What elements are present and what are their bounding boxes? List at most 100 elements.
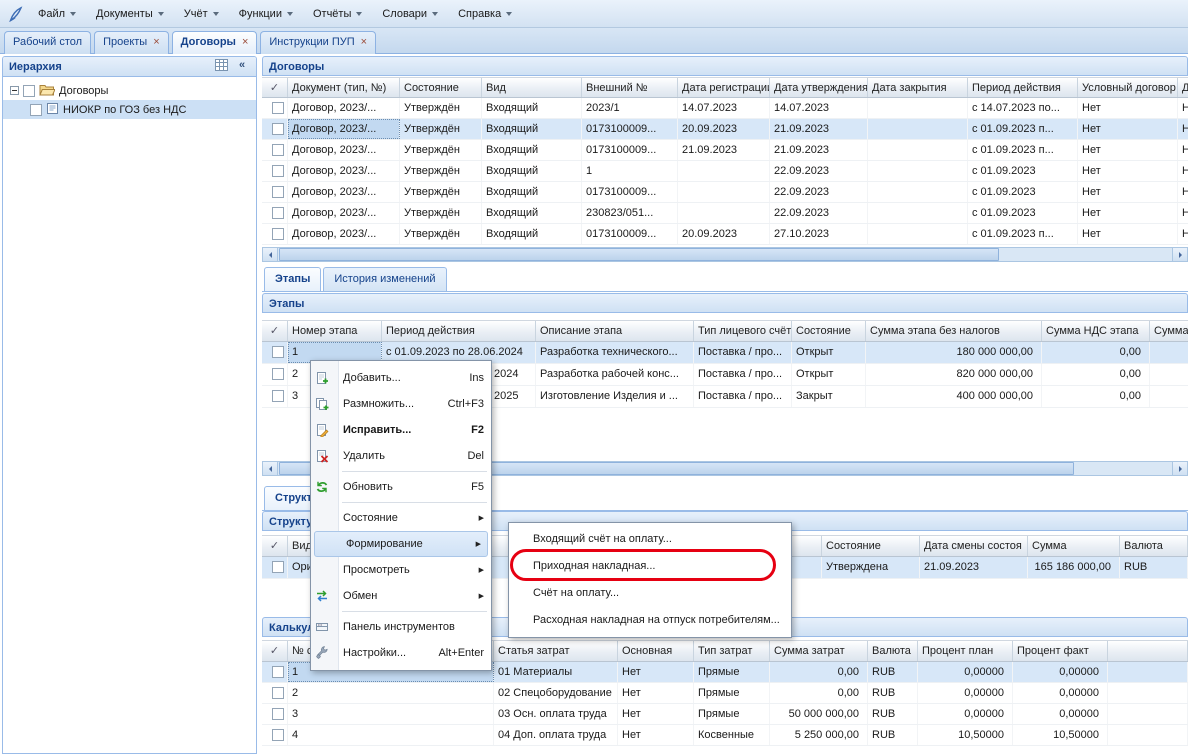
menu-help[interactable]: Справка bbox=[449, 4, 521, 24]
checkbox[interactable] bbox=[272, 123, 284, 135]
checkbox[interactable] bbox=[272, 228, 284, 240]
column-header[interactable]: Период действия bbox=[968, 78, 1078, 97]
column-header[interactable]: Внешний № bbox=[582, 78, 678, 97]
checkbox[interactable] bbox=[272, 346, 284, 358]
column-header[interactable]: Валюта bbox=[868, 641, 918, 661]
menu-item[interactable]: Добавить...Ins bbox=[312, 365, 490, 391]
column-header[interactable]: Дата смены состоя bbox=[920, 536, 1028, 556]
table-row[interactable]: Договор, 2023/...УтверждёнВходящий017310… bbox=[262, 140, 1188, 161]
column-header[interactable]: Сумма bbox=[1028, 536, 1120, 556]
tree-node-root[interactable]: Договоры bbox=[3, 81, 256, 100]
submenu-item[interactable]: Счёт на оплату... bbox=[511, 580, 789, 607]
menu-item[interactable]: Просмотреть▶ bbox=[312, 557, 490, 583]
column-header[interactable]: Статья затрат bbox=[494, 641, 618, 661]
tab-contracts[interactable]: Договоры× bbox=[172, 31, 258, 54]
column-header[interactable]: Сумма НДС этапа bbox=[1042, 321, 1150, 341]
column-header[interactable]: Сумма этапа без налогов bbox=[866, 321, 1042, 341]
checkbox[interactable] bbox=[272, 687, 284, 699]
column-header[interactable]: Состояние bbox=[792, 321, 866, 341]
menu-file[interactable]: Файл bbox=[29, 4, 85, 24]
contracts-h-scrollbar[interactable] bbox=[262, 247, 1188, 262]
checkbox[interactable] bbox=[272, 207, 284, 219]
column-header[interactable]: Тип лицевого счёт bbox=[694, 321, 792, 341]
menu-item[interactable]: Исправить...F2 bbox=[312, 417, 490, 443]
menu-item[interactable]: Панель инструментов bbox=[312, 614, 490, 640]
scroll-right-icon[interactable] bbox=[1172, 248, 1187, 261]
table-row[interactable]: Договор, 2023/...УтверждёнВходящий122.09… bbox=[262, 161, 1188, 182]
collapse-panel-icon[interactable]: « bbox=[234, 59, 250, 74]
submenu-item[interactable]: Приходная накладная... bbox=[511, 553, 789, 580]
column-header[interactable]: Дата утверждения bbox=[770, 78, 868, 97]
checkbox[interactable] bbox=[272, 561, 284, 573]
menu-item[interactable]: УдалитьDel bbox=[312, 443, 490, 469]
column-header[interactable]: Сумма затрат bbox=[770, 641, 868, 661]
select-all-column-header[interactable]: ✓ bbox=[262, 321, 288, 341]
column-header[interactable]: Условный договор bbox=[1078, 78, 1178, 97]
menu-functions[interactable]: Функции bbox=[230, 4, 302, 24]
close-icon[interactable]: × bbox=[242, 36, 248, 48]
table-row[interactable]: Договор, 2023/...УтверждёнВходящий2023/1… bbox=[262, 98, 1188, 119]
checkbox[interactable] bbox=[272, 186, 284, 198]
select-all-column-header[interactable]: ✓ bbox=[262, 78, 288, 97]
checkbox[interactable] bbox=[272, 708, 284, 720]
submenu-item[interactable]: Расходная накладная на отпуск потребител… bbox=[511, 607, 789, 634]
column-header[interactable]: Описание этапа bbox=[536, 321, 694, 341]
tab-desktop[interactable]: Рабочий стол bbox=[4, 31, 91, 54]
scroll-left-icon[interactable] bbox=[263, 462, 278, 475]
table-row[interactable]: Договор, 2023/...УтверждёнВходящий230823… bbox=[262, 203, 1188, 224]
tab-projects[interactable]: Проекты× bbox=[94, 31, 169, 54]
column-header[interactable]: Документ (тип, №) bbox=[288, 78, 400, 97]
table-row[interactable]: Договор, 2023/...УтверждёнВходящий017310… bbox=[262, 119, 1188, 140]
checkbox[interactable] bbox=[272, 165, 284, 177]
column-header[interactable]: Основная bbox=[618, 641, 694, 661]
column-header[interactable]: Состояние bbox=[822, 536, 920, 556]
column-header[interactable]: Дата регистрации bbox=[678, 78, 770, 97]
scroll-right-icon[interactable] bbox=[1172, 462, 1187, 475]
close-icon[interactable]: × bbox=[361, 36, 367, 48]
menu-item[interactable]: Настройки...Alt+Enter bbox=[312, 640, 490, 666]
menu-item[interactable]: Размножить...Ctrl+F3 bbox=[312, 391, 490, 417]
tree-node-niokr[interactable]: НИОКР по ГОЗ без НДС bbox=[3, 100, 256, 119]
menu-documents[interactable]: Документы bbox=[87, 4, 173, 24]
close-icon[interactable]: × bbox=[153, 36, 159, 48]
column-header[interactable]: Сумма э... bbox=[1150, 321, 1188, 341]
table-row[interactable]: Договор, 2023/...УтверждёнВходящий017310… bbox=[262, 224, 1188, 245]
column-header[interactable]: Дата закрытия bbox=[868, 78, 968, 97]
column-header[interactable]: Тип затрат bbox=[694, 641, 770, 661]
column-header[interactable]: До... bbox=[1178, 78, 1188, 97]
table-row[interactable]: 202 СпецоборудованиеНетПрямые0,00RUB0,00… bbox=[262, 683, 1188, 704]
table-row[interactable]: 303 Осн. оплата трудаНетПрямые50 000 000… bbox=[262, 704, 1188, 725]
checkbox[interactable] bbox=[272, 729, 284, 741]
menu-item[interactable]: Состояние▶ bbox=[312, 505, 490, 531]
checkbox[interactable] bbox=[23, 85, 35, 97]
column-header[interactable] bbox=[1108, 641, 1188, 661]
tree-collapse-icon[interactable] bbox=[10, 86, 19, 95]
column-header[interactable]: Номер этапа bbox=[288, 321, 382, 341]
submenu-item[interactable]: Входящий счёт на оплату... bbox=[511, 526, 789, 553]
select-all-column-header[interactable]: ✓ bbox=[262, 641, 288, 661]
checkbox[interactable] bbox=[272, 666, 284, 678]
checkbox[interactable] bbox=[30, 104, 42, 116]
column-header[interactable]: Вид bbox=[482, 78, 582, 97]
tab-change-history[interactable]: История изменений bbox=[323, 267, 446, 291]
menu-dictionaries[interactable]: Словари bbox=[373, 4, 447, 24]
menu-accounting[interactable]: Учёт bbox=[175, 4, 228, 24]
grid-view-icon[interactable] bbox=[213, 59, 229, 74]
column-header[interactable]: Процент план bbox=[918, 641, 1013, 661]
scroll-left-icon[interactable] bbox=[263, 248, 278, 261]
menu-item[interactable]: Обмен▶ bbox=[312, 583, 490, 609]
column-header[interactable]: Валюта bbox=[1120, 536, 1188, 556]
select-all-column-header[interactable]: ✓ bbox=[262, 536, 288, 556]
tab-stages[interactable]: Этапы bbox=[264, 267, 321, 291]
scrollbar-thumb[interactable] bbox=[279, 248, 999, 261]
column-header[interactable]: Период действия bbox=[382, 321, 536, 341]
checkbox[interactable] bbox=[272, 390, 284, 402]
checkbox[interactable] bbox=[272, 102, 284, 114]
column-header[interactable]: Процент факт bbox=[1013, 641, 1108, 661]
tab-instructions-pup[interactable]: Инструкции ПУП× bbox=[260, 31, 376, 54]
menu-item[interactable]: ОбновитьF5 bbox=[312, 474, 490, 500]
checkbox[interactable] bbox=[272, 368, 284, 380]
checkbox[interactable] bbox=[272, 144, 284, 156]
menu-reports[interactable]: Отчёты bbox=[304, 4, 371, 24]
menu-item[interactable]: Формирование▶ bbox=[314, 531, 488, 557]
